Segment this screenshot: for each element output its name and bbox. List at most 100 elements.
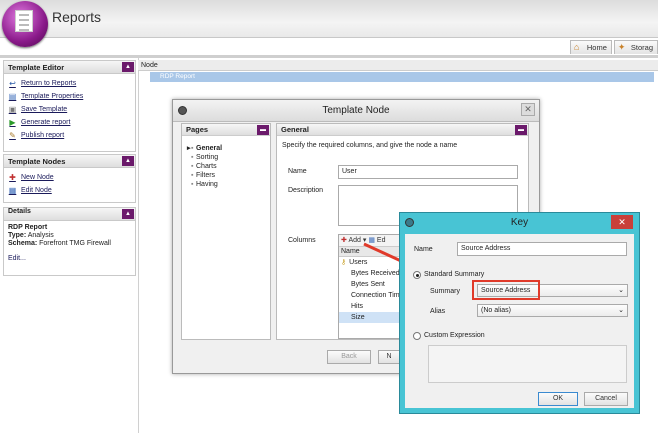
divider [138,58,139,433]
edit-node-link[interactable]: ▦ Edit Node [8,184,131,197]
back-button[interactable]: Back [327,350,371,364]
custom-expression-label: Custom Expression [424,332,485,339]
page-sorting[interactable]: ▪ Sorting [182,153,270,162]
chevron-down-icon: ⌄ [618,307,624,314]
alias-value: (No alias) [481,307,511,314]
link-label: Template Properties [21,93,84,100]
column-label: Size [351,314,365,321]
storage-icon: ✦ [617,42,626,52]
page-label: Sorting [196,154,219,161]
dialog-title: Template Node [322,105,390,116]
home-icon: ⌂ [573,42,580,52]
report-name: RDP Report [8,224,48,231]
next-button[interactable]: N [378,350,400,364]
properties-icon: ▤ [8,92,17,101]
panel-title-text: Template Nodes [8,157,66,166]
new-node-icon: ✚ [9,173,16,182]
collapse-icon[interactable]: ▲ [122,156,134,166]
return-icon: ↩ [9,79,16,88]
page-charts[interactable]: ▪ Charts [182,162,270,171]
arrow-icon: ▸ [187,145,191,152]
close-icon[interactable]: ✕ [521,103,535,116]
publish-report-link[interactable]: ✎ Publish report [8,129,131,142]
type-value: Analysis [27,232,54,239]
save-icon: ▣ [8,105,17,114]
custom-expression-radio[interactable] [413,332,421,340]
key-icon: ⚷ [341,259,347,266]
return-to-reports-link[interactable]: ↩ Return to Reports [8,77,131,90]
panel-title: Details ▲ [4,208,135,221]
template-editor-panel: Template Editor ▲ ↩ Return to Reports ▤ Tem… [3,60,136,152]
dialog-title: Key [510,217,529,228]
page-general[interactable]: ▸ ▪ General [182,144,270,153]
alias-select[interactable]: (No alias) ⌄ [477,304,628,317]
chevron-down-icon: ⌄ [618,287,624,294]
description-label: Description [288,187,324,194]
column-label: Hits [351,303,364,310]
details-panel: Details ▲ RDP Report Type: Analysis Schem… [3,207,136,276]
pages-panel: Pages ▬ ▸ ▪ General ▪ Sorting ▪ Charts ▪ Filte… [181,123,271,340]
cancel-button[interactable]: Cancel [584,392,628,406]
tab-storage[interactable]: ✦ Storag [613,40,658,54]
standard-summary-radio[interactable] [413,271,421,279]
link-label: Generate report [21,119,71,126]
page-having[interactable]: ▪ Having [182,180,270,189]
app-logo-icon [2,1,48,47]
edit-node-icon: ▦ [8,186,17,195]
instruction-text: Specify the required columns, and give t… [282,142,458,149]
save-template-link[interactable]: ▣ Save Template [8,103,131,116]
add-icon: ✚ [341,237,347,244]
link-label: Save Template [21,106,68,113]
close-icon[interactable]: ✕ [611,215,633,229]
tab-label: Storag [630,43,653,52]
publish-icon: ✎ [9,131,16,140]
play-icon: ▶ [9,118,16,127]
panel-title: Template Editor ▲ [4,61,135,74]
edit-details-link[interactable]: Edit... [8,255,131,263]
type-label: Type: [8,232,27,239]
collapse-icon[interactable]: ▬ [257,125,269,135]
tab-label: Home [586,43,607,52]
pages-title: Pages [186,125,209,134]
page-label: General [196,145,223,152]
link-label: Return to Reports [21,80,77,87]
page-label: Filters [196,172,216,179]
page-label: Charts [196,163,217,170]
panel-title-text: Template Editor [8,63,65,72]
collapse-icon[interactable]: ▲ [122,62,134,72]
help-icon [178,106,187,115]
dialog-titlebar: Template Node ✕ [173,100,539,122]
template-properties-link[interactable]: ▤ Template Properties [8,90,131,103]
panel-title-text: Details [8,208,31,215]
node-name-input[interactable]: User [338,165,518,179]
highlight-box [472,280,540,300]
alias-label: Alias [430,308,446,315]
summary-label: Summary [430,288,460,295]
schema-label: Schema: [8,240,38,247]
tab-home[interactable]: ⌂ Home [569,40,612,54]
name-label: Name [288,168,307,175]
general-header: General ▬ [277,124,528,136]
pages-header: Pages ▬ [182,124,270,136]
key-name-input[interactable]: Source Address [457,242,627,256]
link-label: Edit Node [21,187,52,194]
page-filters[interactable]: ▪ Filters [182,171,270,180]
schema-value: Forefront TMG Firewall [39,240,111,247]
custom-expression-textarea[interactable] [428,345,627,383]
tree-item-rdp-report[interactable]: RDP Report [150,72,654,82]
node-header: Node [138,60,658,71]
standard-summary-label: Standard Summary [424,271,485,278]
template-nodes-panel: Template Nodes ▲ ✚ New Node ▦ Edit Node [3,154,136,203]
new-node-link[interactable]: ✚ New Node [8,171,131,184]
collapse-icon[interactable]: ▬ [515,125,527,135]
generate-report-link[interactable]: ▶ Generate report [8,116,131,129]
header-separator [0,55,658,58]
key-titlebar: Key ✕ [400,213,639,233]
link-label: Publish report [21,132,65,139]
app-title: Reports [52,9,102,25]
link-label: New Node [21,174,54,181]
ok-button[interactable]: OK [538,392,578,406]
collapse-icon[interactable]: ▲ [122,209,134,219]
key-name-label: Name [414,246,433,253]
page-label: Having [196,181,218,188]
